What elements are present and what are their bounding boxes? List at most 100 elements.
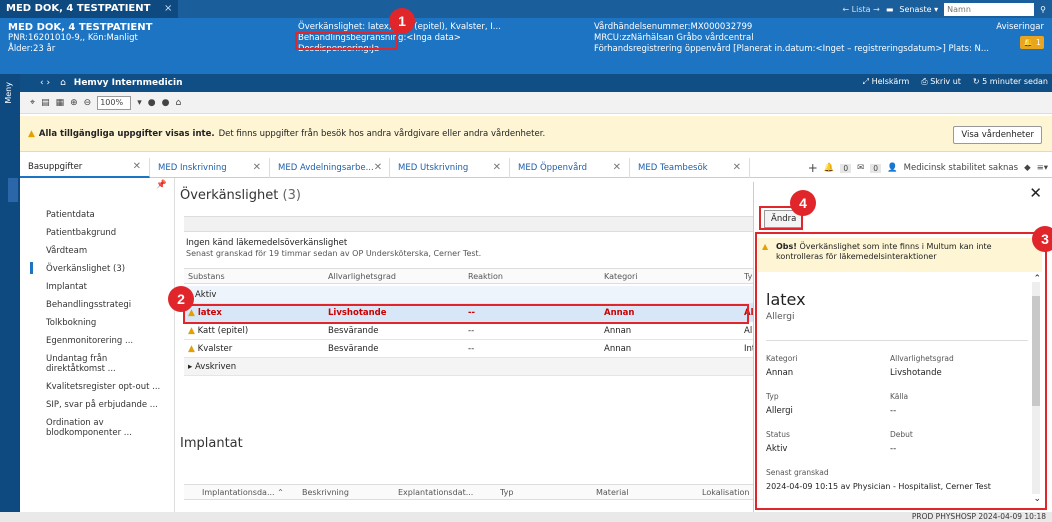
zoom-in-icon[interactable]: ⊕ [70,98,78,108]
col-substans[interactable]: Substans [188,272,225,281]
callout-1: 1 [389,8,415,34]
sidebar-item-tolkbokning[interactable]: Tolkbokning [46,318,96,328]
zoom-out-icon[interactable]: ⊖ [84,98,92,108]
highlight-box-1 [295,32,398,50]
group-avskriven[interactable]: ▸ Avskriven [184,358,754,376]
sidebar-item-behandlingsstrategi[interactable]: Behandlingsstrategi [46,300,131,310]
close-icon[interactable]: ✕ [493,162,501,173]
patient-tab[interactable]: MED DOK, 4 TESTPATIENT × [0,0,178,18]
table-header: Substans Allvarlighetsgrad Reaktion Kate… [184,268,754,284]
notifications[interactable]: Aviseringar 🔔 1 [996,22,1044,49]
sidebar-item-patientdata[interactable]: Patientdata [46,210,95,220]
close-icon[interactable]: × [164,3,172,14]
sidebar-item-vardteam[interactable]: Vårdteam [46,246,87,256]
stability-text[interactable]: Medicinsk stabilitet saknas [904,163,1018,173]
print-icon[interactable]: ▦ [56,98,65,108]
col-typ[interactable]: Ty [744,272,752,281]
senaste-menu[interactable]: Senaste ▾ [899,5,938,14]
callout-2: 2 [168,286,194,312]
col-allvarlighetsgrad[interactable]: Allvarlighetsgrad [328,272,396,281]
sidebar-item-overkanslighet[interactable]: Överkänslighet (3) [46,264,125,274]
close-icon[interactable]: ✕ [253,162,261,173]
col-beskrivning[interactable]: Beskrivning [302,488,349,497]
circle-icon[interactable]: ● [148,98,156,108]
lista-nav[interactable]: ← Lista → [842,5,879,14]
tab-teambesok[interactable]: MED Teambesök ✕ [630,157,750,178]
main-content: Överkänslighet (3) Ingen känd läkemedels… [178,182,755,522]
menu-strip[interactable]: Meny [0,74,20,522]
sidebar-item-ordination[interactable]: Ordination av [46,418,104,428]
mail-icon[interactable]: ✉ [857,163,864,173]
col-typ[interactable]: Typ [500,488,513,497]
menu-icon[interactable]: ≡▾ [1037,163,1048,173]
sidebar-item-kvalitetsregister[interactable]: Kvalitetsregister opt-out ... [46,382,160,392]
app-title: Hemvy Internmedicin [73,78,183,88]
aviseringar-label: Aviseringar [996,22,1044,32]
folder-icon: ▬ [885,4,894,14]
tab-tools: + 🔔 0 ✉ 0 👤 Medicinsk stabilitet saknas … [808,161,1048,175]
home-icon[interactable]: ⌂ [60,78,66,88]
circle-icon[interactable]: ● [162,98,170,108]
implant-table-header: Implantationsda... ⌃ Beskrivning Explant… [184,484,754,500]
pin-icon[interactable]: 📌 [156,180,167,190]
person-icon: 👤 [887,163,898,173]
table-row[interactable]: ▲ Katt (epitel) Besvärande -- Annan Al [184,322,754,340]
status-text: PROD PHYSHOSP 2024-04-09 10:18 [911,512,1046,521]
close-panel-icon[interactable]: ✕ [1029,184,1042,202]
patient-header: MED DOK, 4 TESTPATIENT PNR:16201010-9,, … [0,18,1052,74]
preregistration: Förhandsregistrering öppenvård [Planerat… [594,44,989,54]
doc-icon[interactable]: ▤ [41,98,50,108]
close-icon[interactable]: ✕ [374,162,382,173]
visa-vardenheter-button[interactable]: Visa vårdenheter [953,126,1042,144]
col-kategori[interactable]: Kategori [604,272,638,281]
tag-icon[interactable]: ◆ [1024,163,1031,173]
sidebar-item-undantag[interactable]: Undantag från [46,354,107,364]
tab-basuppgifter[interactable]: Basuppgifter ✕ [20,157,150,178]
notif-count: 1 [1035,38,1041,47]
tab-inskrivning[interactable]: MED Inskrivning ✕ [150,157,270,178]
count-badge: 0 [840,163,852,173]
bell-icon: 🔔 [1023,38,1034,47]
col-explantationsdatum[interactable]: Explantationsdat... [398,488,473,497]
col-reaktion[interactable]: Reaktion [468,272,503,281]
callout-3: 3 [1032,226,1052,252]
count-badge: 0 [870,163,882,173]
zoom-select[interactable]: 100% [97,95,132,110]
group-aktiv[interactable]: ▾ Aktiv [184,286,754,304]
patient-pnr: PNR:16201010-9,, Kön:Manligt [8,33,138,43]
print-button[interactable]: ⎙ Skriv ut [921,77,961,87]
fullscreen-button[interactable]: ⤢ Helskärm [863,77,910,87]
sidebar-item-undantag-cont[interactable]: direktåtkomst ... [46,364,116,374]
tab-utskrivning[interactable]: MED Utskrivning ✕ [390,157,510,178]
sidebar-item-ordination-cont[interactable]: blodkomponenter ... [46,428,132,438]
col-material[interactable]: Material [596,488,629,497]
sidebar-item-sip[interactable]: SIP, svar på erbjudande ... [46,400,158,410]
close-icon[interactable]: ✕ [133,161,141,172]
patient-name: MED DOK, 4 TESTPATIENT [8,22,153,33]
bell-icon[interactable]: 🔔 [824,163,835,173]
col-lokalisation[interactable]: Lokalisation [702,488,749,497]
sidebar-collapse-handle[interactable] [8,178,18,202]
binoculars-icon[interactable]: ⌖ [30,98,35,108]
add-tab-button[interactable]: + [808,161,818,175]
col-implantationsdatum[interactable]: Implantationsda... ⌃ [202,488,284,497]
warning-text: Det finns uppgifter från besök hos andra… [218,128,546,139]
tab-oppenvard[interactable]: MED Öppenvård ✕ [510,157,630,178]
sidebar-item-patientbakgrund[interactable]: Patientbakgrund [46,228,116,238]
sidebar-item-egenmonitorering[interactable]: Egenmonitorering ... [46,336,133,346]
close-icon[interactable]: ✕ [613,162,621,173]
highlight-box-2 [183,304,749,324]
tab-avdelningsarbete[interactable]: MED Avdelningsarbe... ✕ [270,157,390,178]
filter-strip [184,216,754,232]
back-icon[interactable]: ‹ › [40,78,50,88]
search-icon[interactable]: ⚲ [1040,5,1046,14]
table-row[interactable]: ▲ Kvalster Besvärande -- Annan Int [184,340,755,358]
group-avskriven-label: ▸ Avskriven [188,361,237,372]
close-icon[interactable]: ✕ [733,162,741,173]
warning-icon: ▲ [188,343,195,354]
sidebar-item-implantat[interactable]: Implantat [46,282,87,292]
search-input[interactable] [944,2,1035,16]
refresh-button[interactable]: ↻ 5 minuter sedan [973,77,1048,87]
home-icon[interactable]: ⌂ [175,98,181,108]
chevron-down-icon[interactable]: ▾ [137,98,142,108]
